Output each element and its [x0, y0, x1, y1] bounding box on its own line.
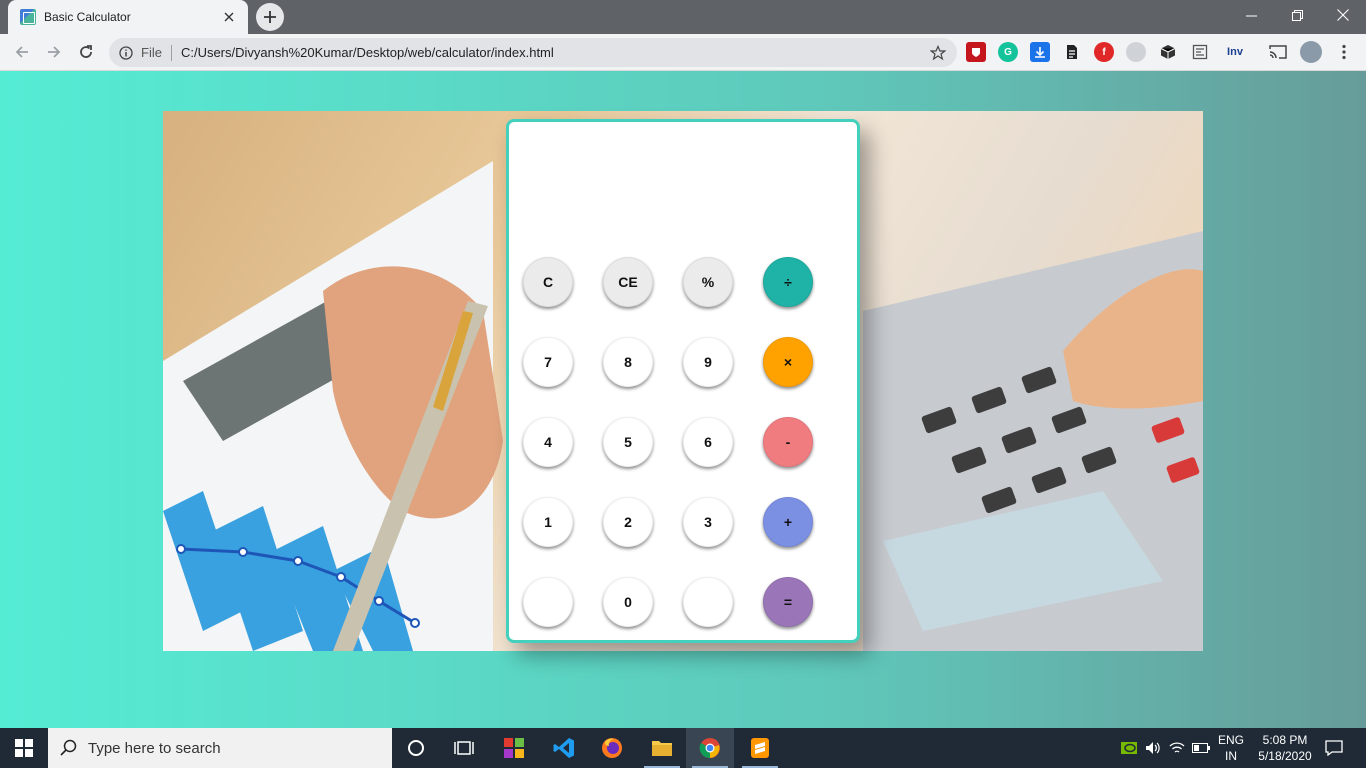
wifi-icon[interactable] — [1166, 728, 1188, 768]
bookmark-star-icon[interactable] — [929, 44, 947, 62]
blank-key-left[interactable] — [523, 577, 573, 627]
address-separator — [170, 44, 172, 61]
multiply-key[interactable]: × — [763, 337, 813, 387]
notifications-icon[interactable] — [1320, 728, 1348, 768]
start-button[interactable] — [0, 728, 48, 768]
calculator-favicon-icon — [20, 9, 36, 25]
digit-3-key[interactable]: 3 — [683, 497, 733, 547]
back-button[interactable] — [8, 38, 36, 66]
page-background: C CE% ÷ 7 8 9 × 4 5 6- 1 2 3 +0 = — [0, 71, 1366, 728]
search-icon — [60, 739, 77, 756]
clear-key[interactable]: C — [523, 257, 573, 307]
download-icon[interactable] — [1030, 42, 1050, 62]
vscode-app-icon[interactable] — [540, 728, 588, 768]
browser-toolbar: File C:/Users/Divyansh%20Kumar/Desktop/w… — [0, 34, 1366, 71]
clock-date: 5/18/2020 — [1258, 749, 1312, 763]
flipboard-icon[interactable]: f — [1094, 42, 1114, 62]
forward-button[interactable] — [40, 38, 68, 66]
clock-time: 5:08 PM — [1262, 733, 1308, 747]
taskbar-search-box[interactable]: Type here to search — [48, 728, 392, 768]
invoice-extension-button[interactable]: Inv — [1222, 42, 1248, 62]
language-code: ENG — [1217, 733, 1244, 747]
windows-logo-icon — [15, 739, 33, 757]
file-explorer-app-icon[interactable] — [638, 728, 686, 768]
window-controls — [1228, 0, 1366, 30]
subtract-key[interactable]: - — [763, 417, 813, 467]
browser-tab[interactable]: Basic Calculator — [8, 0, 248, 34]
close-tab-icon[interactable] — [220, 8, 238, 26]
extension-icon[interactable] — [1126, 42, 1146, 62]
address-bar[interactable]: File C:/Users/Divyansh%20Kumar/Desktop/w… — [109, 38, 957, 67]
digit-0-key[interactable]: 0 — [603, 577, 653, 627]
reload-button[interactable] — [72, 38, 100, 66]
clear-entry-key[interactable]: CE — [603, 257, 653, 307]
digit-4-key[interactable]: 4 — [523, 417, 573, 467]
digit-7-key[interactable]: 7 — [523, 337, 573, 387]
document-icon[interactable] — [1190, 42, 1210, 62]
extensions-bar: G f Inv — [966, 40, 1366, 64]
digit-6-key[interactable]: 6 — [683, 417, 733, 467]
calculator-display — [519, 132, 847, 242]
digit-9-key[interactable]: 9 — [683, 337, 733, 387]
equals-key[interactable]: = — [763, 577, 813, 627]
task-view-button[interactable] — [440, 728, 488, 768]
digit-1-key[interactable]: 1 — [523, 497, 573, 547]
cast-icon[interactable] — [1268, 42, 1288, 62]
new-tab-button[interactable] — [256, 3, 284, 31]
address-scheme-label: File — [141, 45, 162, 60]
blank-key-right[interactable] — [683, 577, 733, 627]
battery-icon[interactable] — [1190, 728, 1212, 768]
profile-avatar[interactable] — [1300, 41, 1322, 63]
cube-icon[interactable] — [1158, 42, 1178, 62]
browser-titlebar: Basic Calculator — [0, 0, 1366, 34]
grammarly-icon[interactable]: G — [998, 42, 1018, 62]
address-url[interactable]: C:/Users/Divyansh%20Kumar/Desktop/web/ca… — [181, 45, 929, 60]
ublock-icon[interactable] — [966, 42, 986, 62]
clock[interactable]: 5:08 PM 5/18/2020 — [1252, 728, 1318, 768]
search-placeholder: Type here to search — [88, 739, 221, 757]
firefox-app-icon[interactable] — [588, 728, 636, 768]
nvidia-tray-icon[interactable] — [1118, 728, 1140, 768]
add-key[interactable]: + — [763, 497, 813, 547]
minimize-button[interactable] — [1228, 0, 1274, 30]
language-indicator[interactable]: ENG IN — [1212, 728, 1250, 768]
menu-icon[interactable] — [1334, 42, 1354, 62]
reader-icon[interactable] — [1062, 42, 1082, 62]
divide-key[interactable]: ÷ — [763, 257, 813, 307]
chrome-app-icon[interactable] — [686, 728, 734, 768]
volume-icon[interactable] — [1142, 728, 1164, 768]
site-info-icon[interactable] — [119, 45, 133, 60]
sublime-text-app-icon[interactable] — [736, 728, 784, 768]
percent-key[interactable]: % — [683, 257, 733, 307]
digit-2-key[interactable]: 2 — [603, 497, 653, 547]
windows-taskbar: Type here to search ENG IN 5:08 PM 5/18/… — [0, 728, 1366, 768]
restore-button[interactable] — [1274, 0, 1320, 30]
region-code: IN — [1224, 749, 1237, 763]
digit-5-key[interactable]: 5 — [603, 417, 653, 467]
tab-title: Basic Calculator — [44, 10, 131, 24]
cortana-button[interactable] — [392, 728, 440, 768]
store-app-icon[interactable] — [490, 728, 538, 768]
digit-8-key[interactable]: 8 — [603, 337, 653, 387]
close-window-button[interactable] — [1320, 0, 1366, 30]
calculator: C CE% ÷ 7 8 9 × 4 5 6- 1 2 3 +0 = — [506, 119, 860, 643]
